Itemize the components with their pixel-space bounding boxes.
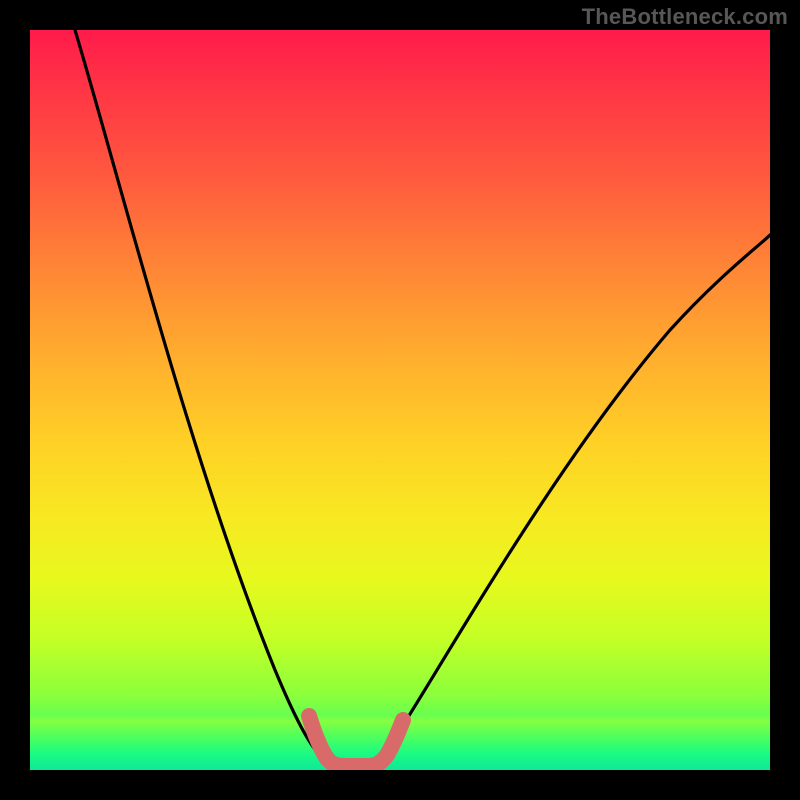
plot-area [30, 30, 770, 770]
watermark-text: TheBottleneck.com [582, 4, 788, 30]
curve-layer [30, 30, 770, 770]
bottleneck-curve [75, 30, 770, 765]
chart-frame: TheBottleneck.com [0, 0, 800, 800]
optimal-marker [309, 716, 403, 766]
